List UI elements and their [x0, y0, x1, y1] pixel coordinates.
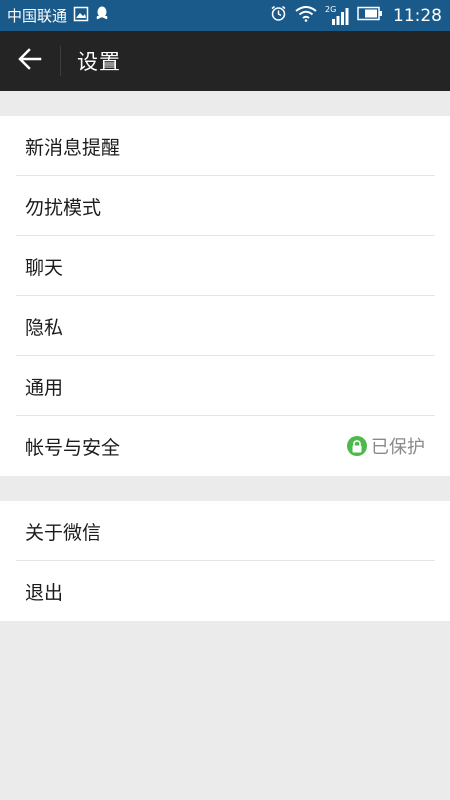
- settings-item-label: 通用: [25, 376, 64, 399]
- protected-status-label: 已保护: [371, 437, 425, 458]
- settings-item-label: 勿扰模式: [25, 196, 102, 219]
- image-icon: [73, 6, 89, 26]
- settings-item-label: 退出: [25, 581, 64, 604]
- settings-item-general[interactable]: 通用: [0, 356, 450, 416]
- settings-group-main: 新消息提醒 勿扰模式 聊天 隐私 通用 帐号与安全 已保护: [0, 116, 450, 476]
- status-right: 2G 11:28: [270, 5, 442, 26]
- settings-item-label: 隐私: [25, 316, 64, 339]
- qq-icon: [95, 6, 109, 26]
- status-bar: 中国联通 2G 11:28: [0, 0, 450, 31]
- wifi-icon: [295, 5, 317, 26]
- settings-item-label: 帐号与安全: [25, 436, 121, 459]
- settings-item-account-security[interactable]: 帐号与安全 已保护: [0, 416, 450, 476]
- settings-item-privacy[interactable]: 隐私: [0, 296, 450, 356]
- page-title: 设置: [77, 50, 121, 74]
- alarm-icon: [270, 5, 287, 26]
- signal-icon: 2G: [325, 5, 349, 26]
- header-divider: [60, 46, 61, 76]
- settings-item-label: 新消息提醒: [25, 136, 121, 159]
- app-bar: 设置: [0, 31, 450, 91]
- settings-item-notifications[interactable]: 新消息提醒: [0, 116, 450, 176]
- settings-item-label: 聊天: [25, 256, 64, 279]
- clock: 11:28: [393, 5, 442, 26]
- status-left: 中国联通: [7, 5, 270, 26]
- carrier-label: 中国联通: [7, 7, 68, 25]
- settings-item-chat[interactable]: 聊天: [0, 236, 450, 296]
- battery-icon: [357, 6, 383, 25]
- lock-icon: [347, 436, 367, 456]
- settings-item-about[interactable]: 关于微信: [0, 501, 450, 561]
- settings-group-secondary: 关于微信 退出: [0, 501, 450, 621]
- settings-item-do-not-disturb[interactable]: 勿扰模式: [0, 176, 450, 236]
- protected-status: 已保护: [347, 433, 425, 459]
- arrow-left-icon: [18, 48, 42, 74]
- settings-item-logout[interactable]: 退出: [0, 561, 450, 621]
- back-button[interactable]: [0, 31, 60, 91]
- settings-item-label: 关于微信: [25, 521, 102, 544]
